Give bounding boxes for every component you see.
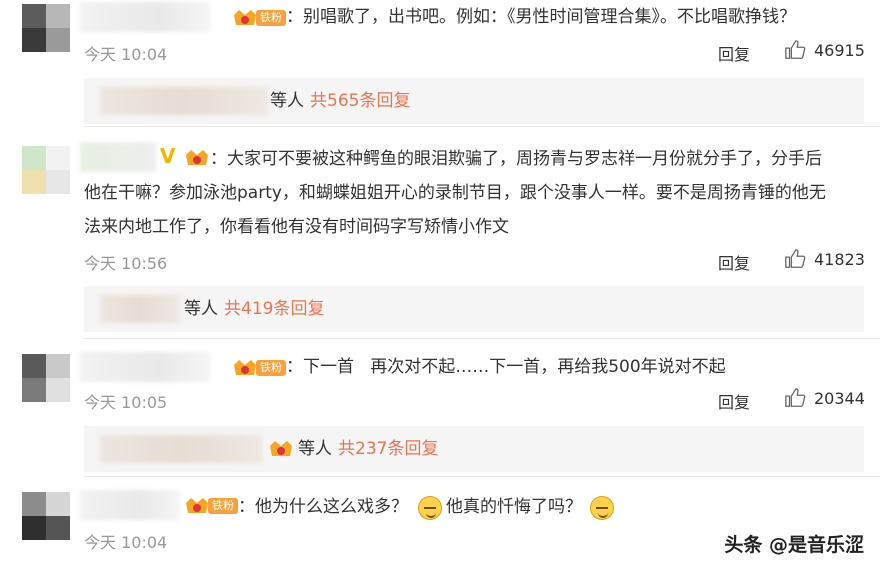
avatar[interactable] [22,492,70,540]
username-blurred[interactable] [80,142,156,172]
avatar[interactable] [22,146,70,194]
reply-button[interactable]: 回复 [718,41,750,65]
reply-button[interactable]: 回复 [718,389,750,413]
thumbs-up-icon [785,388,806,407]
comment-text-line-1: ：大家可不要被这种鳄鱼的眼泪欺骗了，周扬青与罗志祥一月份就分手了，分手后 [210,149,822,169]
divider [84,126,880,127]
sub-count-link[interactable]: 共565条回复 [310,78,410,124]
reply-button[interactable]: 回复 [718,250,750,274]
sub-prefix: 等人 [270,91,304,111]
username-blurred[interactable] [80,490,180,520]
comment-text-line-3: 法来内地工作了，你看看他有没有时间码字写矫情小作文 [84,217,509,237]
thumbs-up-icon [785,249,806,268]
avatar[interactable] [22,4,70,52]
smirk-emoji-icon [418,496,442,520]
username-blurred[interactable] [80,2,210,32]
crown-level-icon [268,438,294,460]
comment-text: ：下一首 再次对不起……下一首，再给我500年说对不起 [286,357,726,377]
like-count: 20344 [814,388,865,408]
thumbs-up-icon [785,40,806,59]
like-button[interactable]: 41823 [784,248,865,270]
replier-names-blurred [100,87,268,115]
watermark: 头条 @是音乐涩 [724,534,864,556]
sub-prefix: 等人 [184,299,218,319]
fan-badge: 铁粉 [256,10,286,26]
comment-text-part-2: 他真的忏悔了吗？ [446,497,582,517]
comment-text-line-2: 他在干嘛？参加泳池party，和蝴蝶姐姐开心的录制节目，跟个没事人一样。要不是周… [84,183,826,203]
replier-names-blurred [100,435,262,463]
fan-badge: 铁粉 [208,498,238,514]
comment-time: 今天 10:56 [84,254,168,273]
comment-text: ：别唱歌了，出书吧。例如：《男性时间管理合集》。不比唱歌挣钱？ [286,7,796,27]
sub-replies[interactable]: 等人 共565条回复 [84,78,864,124]
replier-names-blurred [100,295,180,323]
username-blurred[interactable] [80,352,210,382]
divider [84,476,880,477]
like-button[interactable]: 46915 [784,39,865,61]
comment-time: 今天 10:05 [84,393,168,412]
crown-level-icon [184,147,210,169]
like-count: 46915 [814,40,865,60]
avatar[interactable] [22,354,70,402]
like-count: 41823 [814,249,865,269]
smirk-emoji-icon [590,496,614,520]
comment-time: 今天 10:04 [84,533,168,552]
comment-time: 今天 10:04 [84,45,168,64]
verified-v-icon: V [160,144,176,168]
divider [84,338,880,339]
like-button[interactable]: 20344 [784,387,865,409]
sub-count-link[interactable]: 共419条回复 [224,286,324,332]
comment-text-part-1: ：他为什么这么戏多？ [238,497,408,517]
sub-count-link[interactable]: 共237条回复 [338,426,438,472]
crown-level-icon [184,495,210,517]
sub-replies[interactable]: 等人 共237条回复 [84,426,864,472]
crown-level-icon [232,357,258,379]
crown-level-icon [232,7,258,29]
fan-badge: 铁粉 [256,360,286,376]
sub-prefix: 等人 [298,439,332,459]
sub-replies[interactable]: 等人 共419条回复 [84,286,864,332]
